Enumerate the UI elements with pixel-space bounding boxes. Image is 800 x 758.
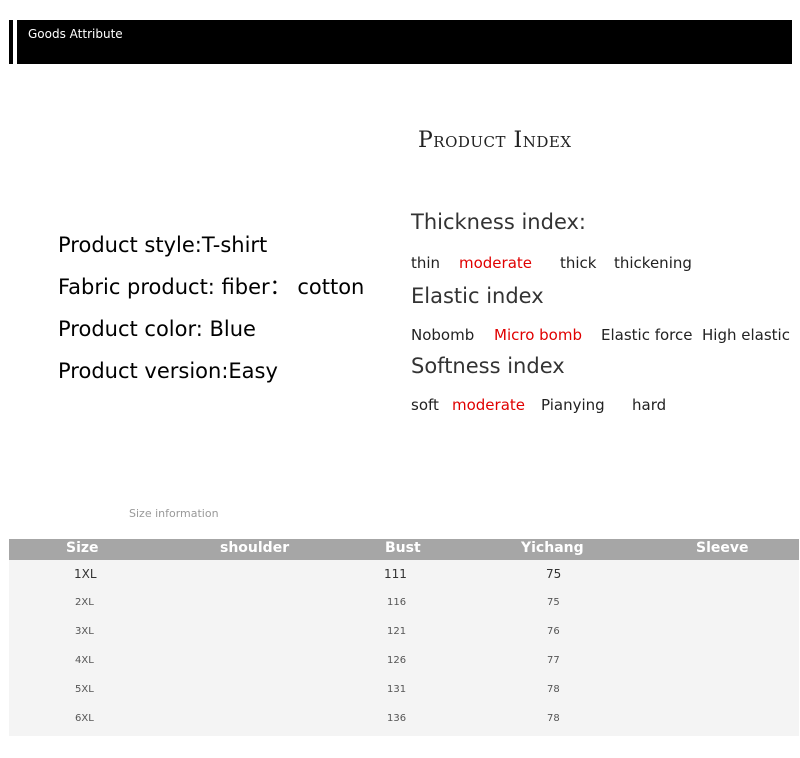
bust-cell: 126 — [387, 655, 407, 666]
column-header-yichang: Yichang — [521, 540, 584, 556]
table-row: 4XL 126 77 — [9, 647, 799, 676]
table-row: 2XL 116 75 — [9, 589, 799, 618]
product-index-title: Product Index — [418, 128, 572, 153]
size-cell: 4XL — [75, 655, 94, 666]
goods-attribute-title: Goods Attribute — [28, 27, 123, 41]
thickness-option: thin — [411, 254, 441, 272]
yichang-cell: 75 — [547, 597, 560, 608]
table-row: 5XL 131 78 — [9, 676, 799, 705]
bust-cell: 136 — [387, 713, 407, 724]
product-attributes: Product style:T-shirt Fabric product: fi… — [58, 229, 364, 397]
yichang-cell: 76 — [547, 626, 560, 637]
size-cell: 5XL — [75, 684, 94, 695]
header-accent-bar — [13, 20, 17, 64]
bust-cell: 131 — [387, 684, 407, 695]
table-row: 6XL 136 78 — [9, 705, 799, 734]
table-row: 3XL 121 76 — [9, 618, 799, 647]
size-cell: 2XL — [75, 597, 94, 608]
fabric-product: Fabric product: fiber： cotton — [58, 275, 365, 299]
thickness-option: thick — [560, 254, 597, 272]
thickness-option-selected: moderate — [459, 254, 533, 272]
softness-option: hard — [632, 396, 667, 414]
softness-option: soft — [411, 396, 439, 414]
size-table-header: Size shoulder Bust Yichang Sleeve — [9, 539, 799, 560]
elastic-option: Nobomb — [411, 326, 475, 344]
bust-cell: 116 — [387, 597, 407, 608]
yichang-cell: 78 — [547, 713, 560, 724]
yichang-cell: 78 — [547, 684, 560, 695]
yichang-cell: 77 — [547, 655, 560, 666]
column-header-sleeve: Sleeve — [696, 540, 749, 556]
thickness-option: thickening — [614, 254, 692, 272]
size-cell: 6XL — [75, 713, 94, 724]
bust-cell: 111 — [384, 567, 407, 581]
yichang-cell: 75 — [546, 567, 562, 581]
size-cell: 1XL — [74, 567, 97, 581]
softness-option-selected: moderate — [452, 396, 526, 414]
size-cell: 3XL — [75, 626, 94, 637]
column-header-shoulder: shoulder — [220, 540, 290, 556]
column-header-size: Size — [66, 540, 99, 556]
bust-cell: 121 — [387, 626, 407, 637]
softness-option: Pianying — [541, 396, 605, 414]
size-table: Size shoulder Bust Yichang Sleeve 1XL 11… — [9, 539, 799, 736]
elastic-option: High elastic — [702, 326, 790, 344]
product-version: Product version:Easy — [58, 359, 278, 383]
elastic-index-heading: Elastic index — [411, 284, 544, 308]
elastic-option-selected: Micro bomb — [494, 326, 582, 344]
size-information-caption: Size information — [129, 507, 219, 520]
softness-index-heading: Softness index — [411, 354, 565, 378]
product-color: Product color: Blue — [58, 317, 256, 341]
product-style: Product style:T-shirt — [58, 233, 268, 257]
thickness-index-heading: Thickness index: — [411, 210, 586, 234]
column-header-bust: Bust — [385, 540, 421, 556]
elastic-option: Elastic force — [601, 326, 693, 344]
goods-attribute-header — [9, 20, 792, 64]
